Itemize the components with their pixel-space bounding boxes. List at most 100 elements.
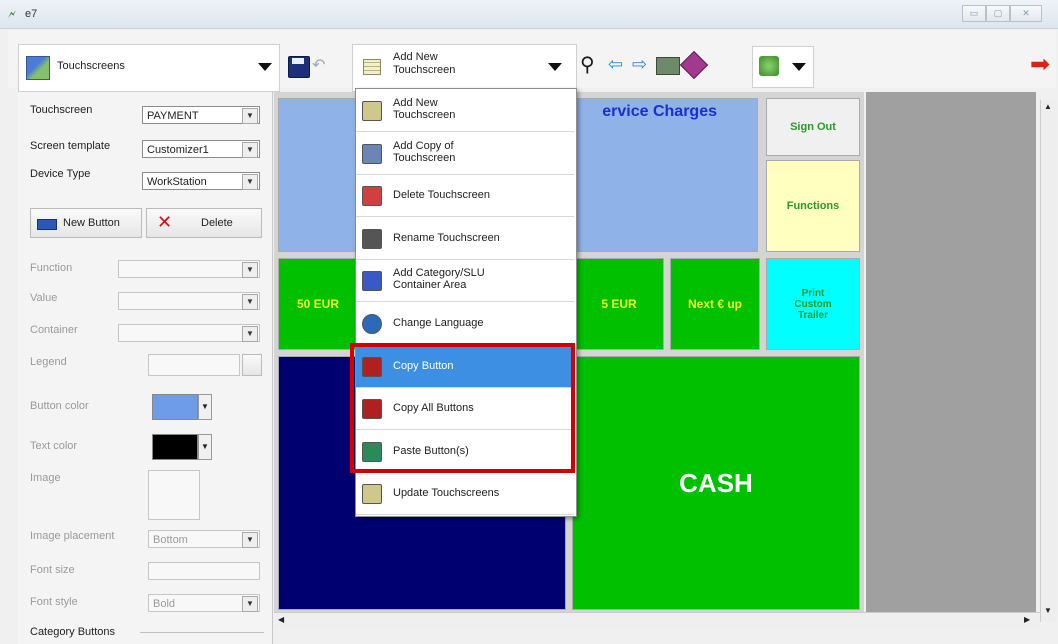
eur5-label: 5 EUR <box>601 297 637 311</box>
menu-item[interactable]: Change Language <box>356 302 574 345</box>
value-label: Value <box>30 292 58 304</box>
title-bar <box>0 0 1058 29</box>
view-dropdown-arrow-icon[interactable] <box>792 63 806 71</box>
legend-input[interactable] <box>148 354 240 376</box>
undo-icon[interactable]: ↶ <box>312 55 325 75</box>
service-charges-label: ervice Charges <box>602 103 717 120</box>
menu-item[interactable]: Add New Touchscreen <box>356 89 574 132</box>
eur50-button[interactable]: 50 EUR <box>278 258 358 350</box>
menu-item-label-line: Change Language <box>393 317 484 329</box>
delete-label: Delete <box>201 217 233 229</box>
touchscreens-label: Touchscreens <box>57 60 125 72</box>
menu-item-label-line: Add Category/SLU <box>393 267 485 280</box>
touchscreen-label: Touchscreen <box>30 104 93 116</box>
new-button-button[interactable]: New Button <box>30 208 142 238</box>
minimize-button[interactable]: ▭ <box>962 5 986 22</box>
sign-out-button[interactable]: Sign Out <box>766 98 860 156</box>
grid-icon <box>363 59 381 75</box>
vertical-scrollbar[interactable]: ▲ ▼ <box>1040 100 1057 622</box>
image-box[interactable] <box>148 470 200 520</box>
add-touchscreen-select[interactable]: Add New Touchscreen <box>352 44 577 92</box>
next-eur-button[interactable]: Next € up <box>670 258 760 350</box>
menu-item-label: Delete Touchscreen <box>393 189 490 201</box>
menu-item[interactable]: Delete Touchscreen <box>356 174 574 218</box>
menu-item[interactable]: Update Touchscreens <box>356 472 574 516</box>
font-style-label: Font style <box>30 596 78 608</box>
layout-icon <box>759 56 779 76</box>
touchscreen-value: PAYMENT <box>147 110 199 122</box>
horizontal-scrollbar[interactable]: ◀ ▶ <box>274 612 1040 629</box>
text-color-swatch[interactable] <box>152 434 198 460</box>
chevron-down-icon[interactable]: ▼ <box>242 108 258 124</box>
chevron-down-icon[interactable]: ▼ <box>242 532 258 548</box>
eur5-button[interactable]: 5 EUR <box>574 258 664 350</box>
menu-item[interactable]: Rename Touchscreen <box>356 217 574 260</box>
chevron-down-icon[interactable]: ▼ <box>242 294 258 310</box>
font-size-input[interactable] <box>148 562 260 580</box>
value-combo[interactable]: ▼ <box>118 292 260 310</box>
image-placement-combo[interactable]: Bottom ▼ <box>148 530 260 548</box>
delete-grid-icon <box>362 186 382 207</box>
touchscreens-select[interactable]: Touchscreens <box>18 44 280 92</box>
sign-out-label: Sign Out <box>790 121 836 133</box>
menu-item-label-line: Touchscreen <box>393 151 456 164</box>
touchscreens-dropdown-arrow-icon[interactable] <box>258 63 272 71</box>
image-placement-value: Bottom <box>153 534 188 546</box>
menu-item-label: Rename Touchscreen <box>393 232 500 244</box>
chevron-down-icon[interactable]: ▼ <box>242 596 258 612</box>
close-button[interactable]: ✕ <box>1010 5 1042 22</box>
print-trailer-button[interactable]: Print Custom Trailer <box>766 258 860 350</box>
scroll-left-icon[interactable]: ◀ <box>278 615 284 624</box>
new-button-label: New Button <box>63 217 120 229</box>
binoculars-icon[interactable]: ⚲ <box>580 52 595 77</box>
legend-label: Legend <box>30 356 67 368</box>
maximize-button[interactable]: ▢ <box>986 5 1010 22</box>
functions-button[interactable]: Functions <box>766 160 860 252</box>
eur50-label: 50 EUR <box>296 297 340 311</box>
window-title: e7 <box>25 8 38 20</box>
function-combo[interactable]: ▼ <box>118 260 260 278</box>
button-color-swatch[interactable] <box>152 394 198 420</box>
font-style-combo[interactable]: Bold ▼ <box>148 594 260 612</box>
add-select-line-2: Touchscreen <box>393 64 456 76</box>
add-dropdown-arrow-icon[interactable] <box>548 63 562 71</box>
scroll-right-icon[interactable]: ▶ <box>1024 615 1030 624</box>
legend-browse-button[interactable] <box>242 354 262 376</box>
exit-arrow-icon[interactable]: ➡ <box>1030 50 1050 79</box>
scroll-down-icon[interactable]: ▼ <box>1044 606 1052 615</box>
container-label: Container <box>30 324 78 336</box>
rename-icon <box>362 228 382 249</box>
device-type-combo[interactable]: WorkStation ▼ <box>142 172 260 190</box>
menu-item-label: Add Copy of Touchscreen <box>393 140 455 164</box>
menu-item[interactable]: Add Category/SLU Container Area <box>356 259 574 303</box>
chevron-down-icon[interactable]: ▼ <box>242 174 258 190</box>
menu-item-label-line: Rename Touchscreen <box>393 231 500 244</box>
add-select-label: Add New Touchscreen <box>393 51 455 77</box>
menu-item-label: Update Touchscreens <box>393 487 499 499</box>
delete-x-icon: ✕ <box>157 212 173 232</box>
touchscreen-combo[interactable]: PAYMENT ▼ <box>142 106 260 124</box>
cash-label: CASH <box>679 467 753 498</box>
menu-item-label: Change Language <box>393 317 484 329</box>
button-color-dropdown[interactable]: ▼ <box>198 394 212 420</box>
text-color-dropdown[interactable]: ▼ <box>198 434 212 460</box>
chevron-down-icon[interactable]: ▼ <box>242 142 258 158</box>
add-select-line-1: Add New <box>393 51 438 63</box>
arrow-left-icon[interactable]: ⇦ <box>608 54 623 75</box>
chevron-down-icon[interactable]: ▼ <box>242 326 258 342</box>
cash-button[interactable]: CASH <box>572 356 860 610</box>
arrow-right-icon[interactable]: ⇨ <box>632 54 647 75</box>
chevron-down-icon[interactable]: ▼ <box>242 262 258 278</box>
screen-template-combo[interactable]: Customizer1 ▼ <box>142 140 260 158</box>
menu-item-label-line: Delete Touchscreen <box>393 189 491 202</box>
functions-label: Functions <box>786 200 840 212</box>
container-combo[interactable]: ▼ <box>118 324 260 342</box>
keyboard-icon[interactable] <box>656 57 680 75</box>
print-trailer-line-3: Trailer <box>797 309 829 321</box>
delete-button[interactable]: ✕ Delete <box>146 208 262 238</box>
menu-item-label: Add New Touchscreen <box>393 97 455 121</box>
scroll-up-icon[interactable]: ▲ <box>1044 102 1052 111</box>
globe-icon <box>362 314 382 334</box>
highlight-box <box>350 343 575 473</box>
menu-item[interactable]: Add Copy of Touchscreen <box>356 132 574 175</box>
